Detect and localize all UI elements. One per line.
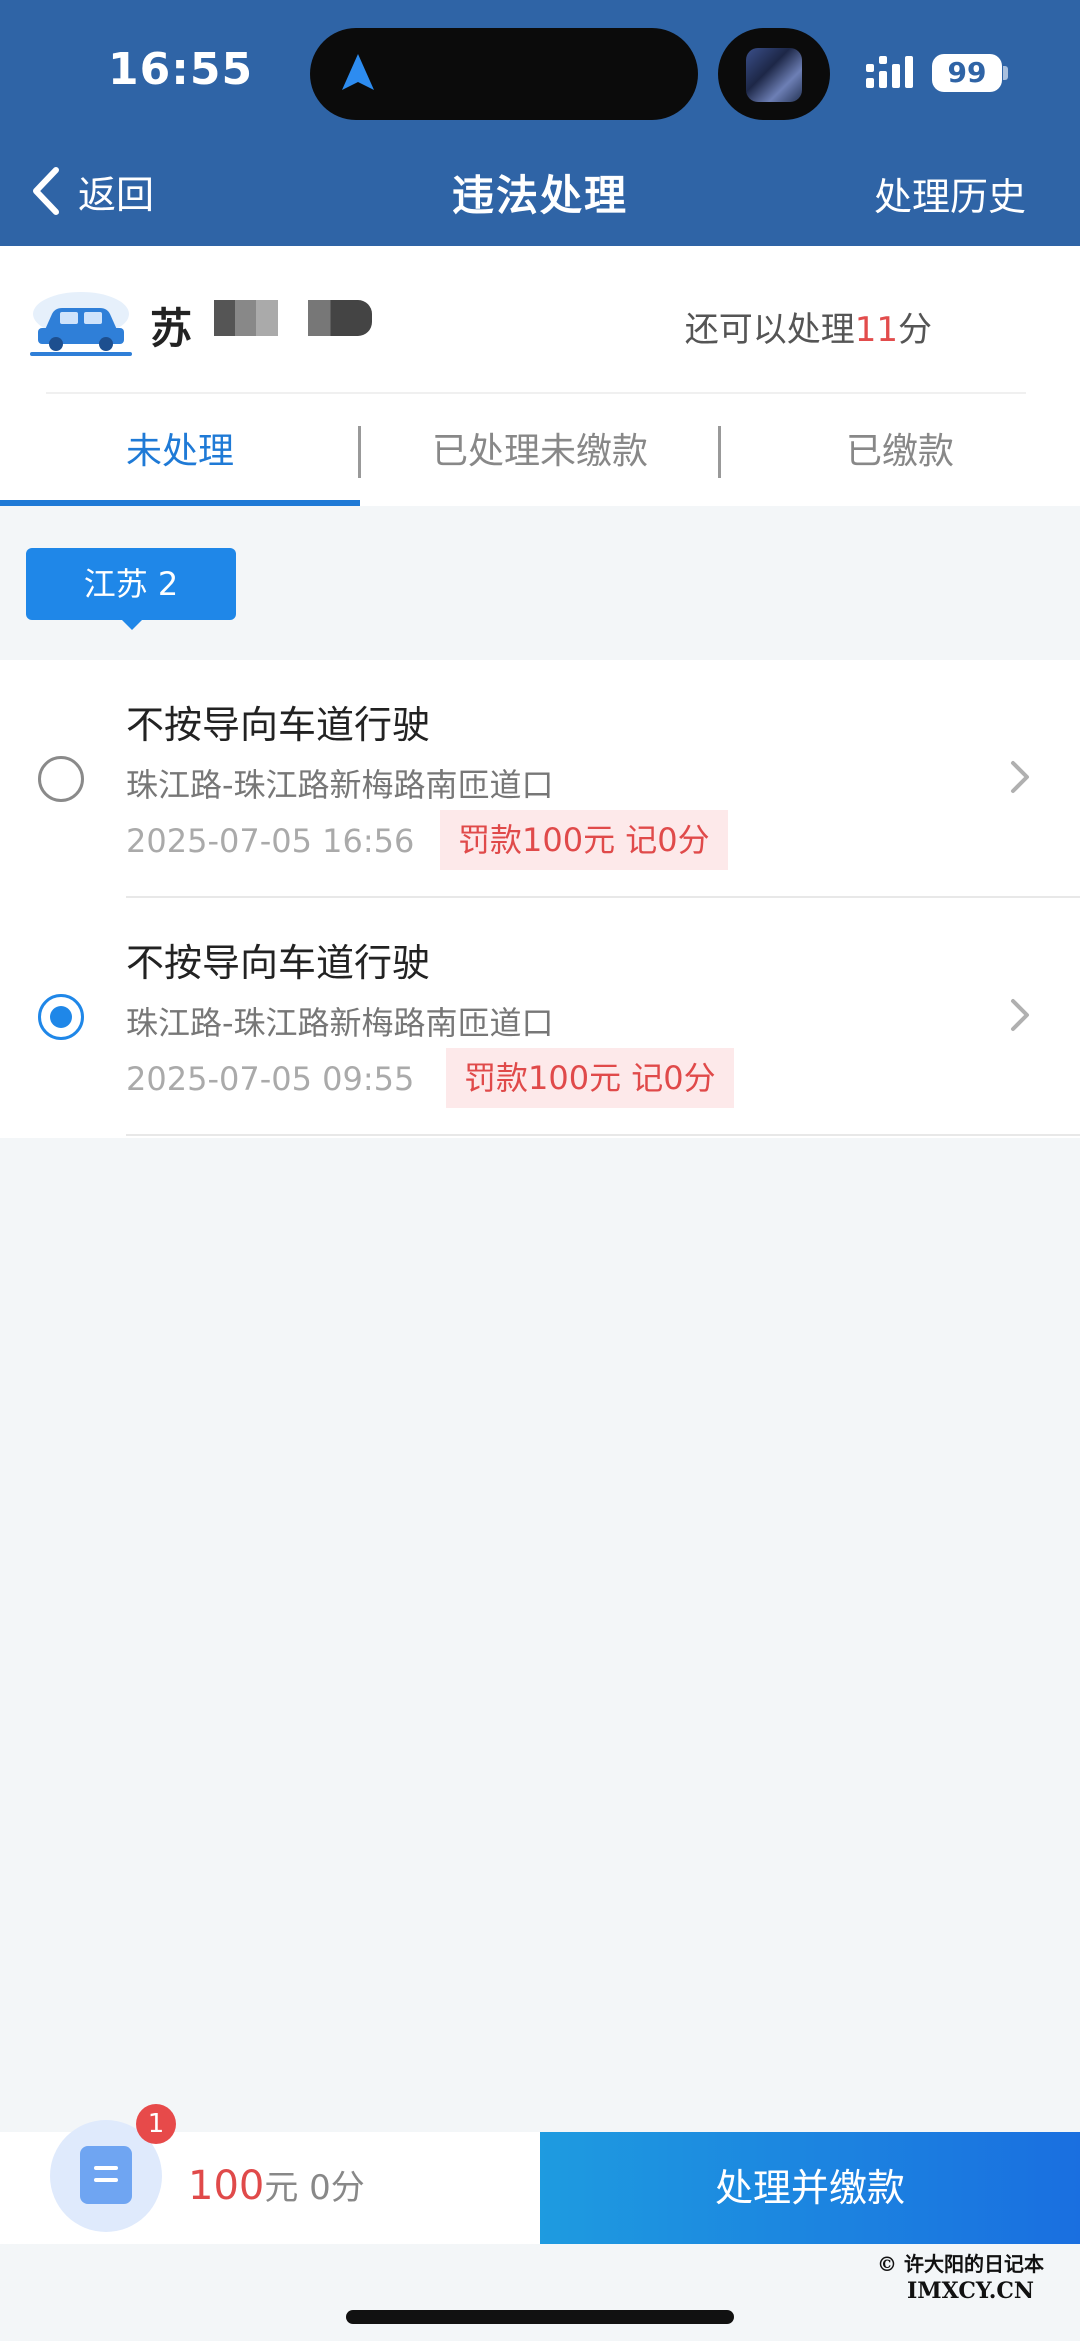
region-tag[interactable]: 江苏 2 <box>26 548 236 630</box>
home-indicator[interactable] <box>346 2310 734 2324</box>
remaining-points-prefix: 还可以处理 <box>684 310 855 350</box>
violation-location: 珠江路-珠江路新梅路南匝道口 <box>126 766 554 804</box>
divider <box>126 1134 1080 1136</box>
fine-badge: 罚款100元 记0分 <box>446 1048 734 1108</box>
dynamic-island <box>310 28 698 120</box>
plate-redacted-block <box>308 300 372 336</box>
divider <box>46 392 1026 394</box>
tab-processed-unpaid[interactable]: 已处理未缴款 <box>360 400 720 506</box>
signal-icon <box>866 56 913 88</box>
violation-list: 不按导向车道行驶 珠江路-珠江路新梅路南匝道口 2025-07-05 16:56… <box>0 660 1080 1138</box>
document-icon <box>80 2146 132 2204</box>
remaining-points: 还可以处理11分 <box>685 302 932 351</box>
status-tabs: 未处理 已处理未缴款 已缴款 <box>0 400 1080 506</box>
app-header: 16:55 99 返回 违法处理 处理历史 <box>0 0 1080 246</box>
violation-item[interactable]: 不按导向车道行驶 珠江路-珠江路新梅路南匝道口 2025-07-05 16:56… <box>0 660 1080 898</box>
select-radio[interactable] <box>38 994 84 1040</box>
watermark-line2: IMXCY.CN <box>907 2278 1034 2304</box>
violation-title: 不按导向车道行驶 <box>126 941 431 985</box>
battery-indicator: 99 <box>932 54 1002 92</box>
plate-redacted-block <box>214 300 278 336</box>
tab-paid[interactable]: 已缴款 <box>720 400 1080 506</box>
battery-nub <box>1003 66 1008 80</box>
status-time: 16:55 <box>108 44 254 95</box>
car-icon <box>30 292 132 356</box>
live-activity-thumbnail <box>718 28 830 120</box>
select-radio[interactable] <box>38 756 84 802</box>
navigation-arrow-icon <box>342 54 374 90</box>
count-badge: 1 <box>136 2104 176 2144</box>
remaining-points-suffix: 分 <box>898 310 932 350</box>
total-amount: 100 <box>188 2163 265 2209</box>
plate-province: 苏 <box>150 304 193 353</box>
fine-badge: 罚款100元 记0分 <box>440 810 728 870</box>
chevron-right-icon <box>1011 999 1029 1031</box>
tab-unprocessed[interactable]: 未处理 <box>0 400 360 506</box>
violation-location: 珠江路-珠江路新梅路南匝道口 <box>126 1004 554 1042</box>
total-points: 0分 <box>309 2168 365 2208</box>
violation-item[interactable]: 不按导向车道行驶 珠江路-珠江路新梅路南匝道口 2025-07-05 09:55… <box>0 898 1080 1136</box>
chevron-right-icon <box>1011 761 1029 793</box>
remaining-points-value: 11 <box>854 310 898 350</box>
violation-title: 不按导向车道行驶 <box>126 703 431 747</box>
amount-unit: 元 <box>264 2168 299 2208</box>
active-tab-indicator <box>0 500 360 506</box>
history-button[interactable]: 处理历史 <box>874 166 1026 221</box>
total-summary: 100元 0分 <box>188 2160 365 2209</box>
watermark-line1: © 许大阳的日记本 <box>877 2252 1044 2276</box>
process-and-pay-button[interactable]: 处理并缴款 <box>540 2132 1080 2244</box>
violation-time: 2025-07-05 16:56 <box>126 822 415 860</box>
violation-time: 2025-07-05 09:55 <box>126 1060 415 1098</box>
